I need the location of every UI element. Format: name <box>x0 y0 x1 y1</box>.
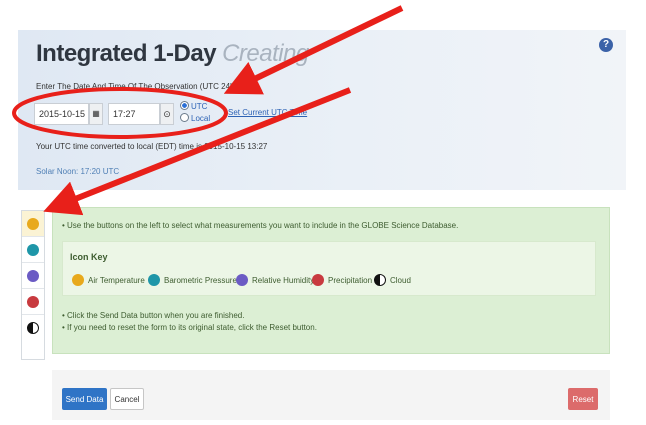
time-input[interactable]: 17:27 <box>108 103 160 125</box>
sidebar-item-precipitation[interactable] <box>22 289 44 315</box>
key-barometric-pressure-label: Barometric Pressure <box>164 275 237 285</box>
reset-button[interactable]: Reset <box>568 388 598 410</box>
cloud-icon <box>374 274 386 286</box>
air-temperature-icon <box>27 217 39 230</box>
info-line-send: • Click the Send Data button when you ar… <box>62 311 245 320</box>
info-line-select: • Use the buttons on the left to select … <box>62 221 459 230</box>
relative-humidity-icon <box>236 274 248 286</box>
icon-key-title: Icon Key <box>70 252 108 262</box>
sidebar-item-barometric-pressure[interactable] <box>22 237 44 263</box>
sidebar-item-cloud[interactable] <box>22 315 44 341</box>
radio-utc-dot[interactable] <box>180 101 189 110</box>
help-icon[interactable]: ? <box>599 38 613 52</box>
page-title-text: Integrated 1-Day <box>36 40 217 67</box>
solar-noon: Solar Noon: 17:20 UTC <box>36 167 120 176</box>
send-data-button[interactable]: Send Data <box>62 388 107 410</box>
key-barometric-pressure: Barometric Pressure <box>148 274 237 286</box>
sidebar-item-relative-humidity[interactable] <box>22 263 44 289</box>
measurement-sidebar <box>21 210 45 360</box>
key-relative-humidity: Relative Humidity <box>236 274 314 286</box>
local-time-conversion: Your UTC time converted to local (EDT) t… <box>36 142 268 151</box>
key-relative-humidity-label: Relative Humidity <box>252 275 315 285</box>
precipitation-icon <box>27 295 39 308</box>
calendar-icon[interactable]: ▦ <box>89 103 103 125</box>
icon-key-box <box>62 241 596 296</box>
set-current-utc-link[interactable]: Set Current UTC Time <box>228 108 307 117</box>
radio-local[interactable]: Local <box>180 113 210 123</box>
radio-utc[interactable]: UTC <box>180 101 207 111</box>
relative-humidity-icon <box>27 269 39 282</box>
info-line-reset: • If you need to reset the form to its o… <box>62 323 317 332</box>
key-cloud-label: Cloud <box>390 275 411 285</box>
date-input[interactable]: 2015-10-15 <box>34 103 89 125</box>
cancel-button[interactable]: Cancel <box>110 388 144 410</box>
key-precipitation-label: Precipitation <box>328 275 373 285</box>
radio-utc-label: UTC <box>191 102 208 111</box>
key-air-temperature-label: Air Temperature <box>88 275 145 285</box>
sidebar-item-air-temperature[interactable] <box>22 211 44 237</box>
cloud-icon <box>27 322 39 334</box>
date-time-instruction: Enter The Date And Time Of The Observati… <box>36 82 240 91</box>
barometric-pressure-icon <box>148 274 160 286</box>
radio-local-dot[interactable] <box>180 113 189 122</box>
key-cloud: Cloud <box>374 274 411 286</box>
precipitation-icon <box>312 274 324 286</box>
radio-local-label: Local <box>191 114 211 123</box>
key-air-temperature: Air Temperature <box>72 274 145 286</box>
clock-icon[interactable]: ⊙ <box>160 103 174 125</box>
air-temperature-icon <box>72 274 84 286</box>
page-status: Creating <box>222 40 309 67</box>
page-title: Integrated 1-Day Creating <box>36 40 309 68</box>
barometric-pressure-icon <box>27 243 39 256</box>
key-precipitation: Precipitation <box>312 274 372 286</box>
